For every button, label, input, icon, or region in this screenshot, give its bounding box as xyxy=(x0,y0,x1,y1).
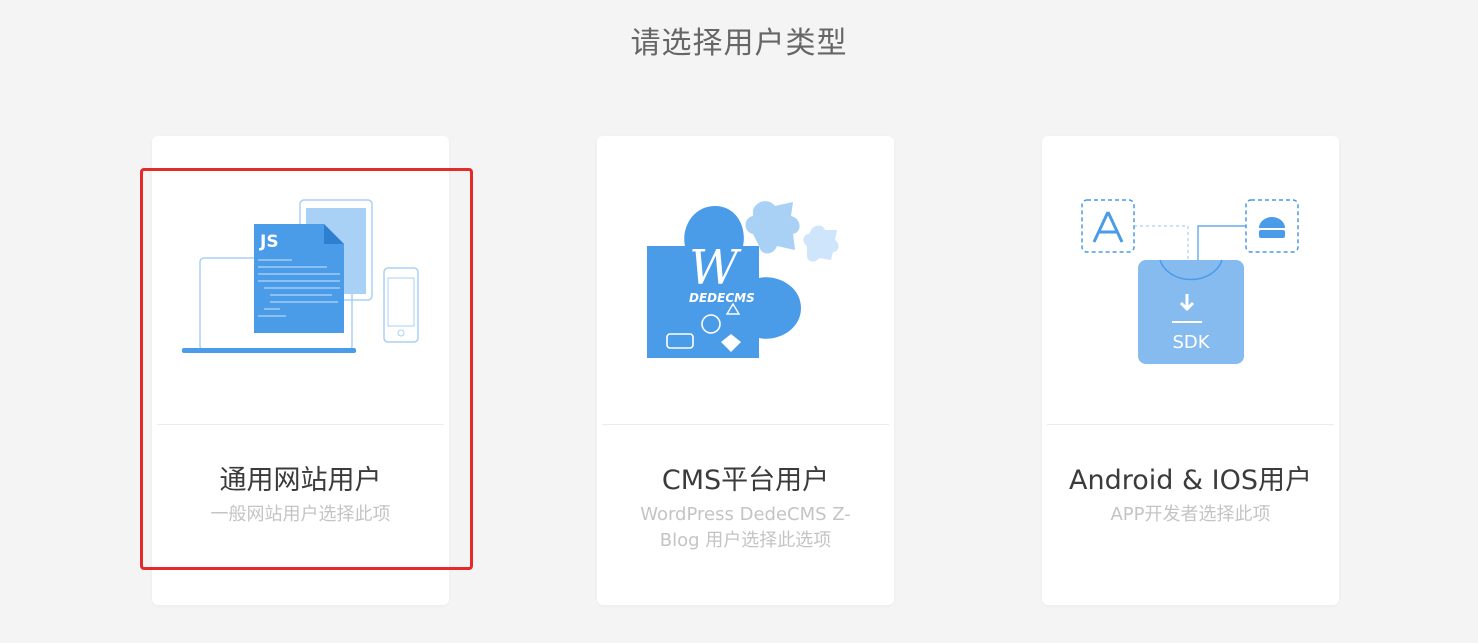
card-description: WordPress DedeCMS Z- Blog 用户选择此选项 xyxy=(640,504,851,551)
card-title: 通用网站用户 xyxy=(219,465,382,496)
card-cms-user[interactable]: W DEDECMS CMS平台用户 WordPress DedeCMS Z- B… xyxy=(597,136,894,605)
cms-puzzle-illustration: W DEDECMS xyxy=(647,201,839,358)
card-divider xyxy=(157,424,444,425)
web-devices-js-illustration: JS xyxy=(182,199,419,353)
card-divider xyxy=(602,424,889,425)
sdk-appstore-android-illustration: SDK xyxy=(1081,199,1299,364)
card-description: 一般网站用户选择此项 xyxy=(210,504,391,525)
card-divider xyxy=(1047,424,1334,425)
svg-text:W: W xyxy=(689,240,742,296)
card-title: CMS平台用户 xyxy=(661,465,830,496)
card-app-user[interactable]: SDK Android & IOS用户 APP开发者选择此项 xyxy=(1042,136,1339,605)
card-title: Android & IOS用户 xyxy=(1069,465,1312,496)
cms-brand-text: DEDECMS xyxy=(689,291,755,305)
sdk-label-text: SDK xyxy=(1172,332,1210,353)
page-title: 请选择用户类型 xyxy=(630,26,848,61)
js-badge-text: JS xyxy=(259,232,279,252)
card-description: APP开发者选择此项 xyxy=(1110,504,1271,525)
card-web-user[interactable]: JS 通用网站用户 一般网站用户选择此项 xyxy=(152,136,449,605)
